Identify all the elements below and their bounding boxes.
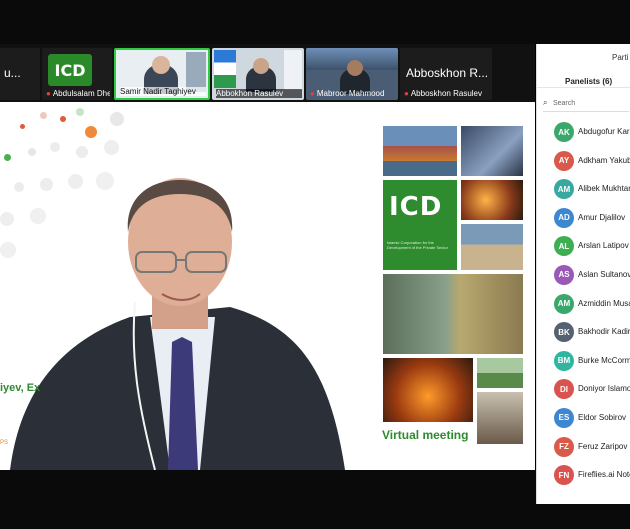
presenter-video [10,178,345,470]
video-filmstrip: u... ICD ●Abdulsalam Dheyab Samir Nadir … [0,44,535,102]
panelist-row[interactable]: DI Doniyor Islamov [537,377,630,406]
avatar: FN [554,465,574,486]
icd-logo: ICD [48,54,92,86]
panelist-name: Alibek Mukhtaro [578,184,630,194]
avatar: AK [554,122,574,142]
panelist-row[interactable]: AM Alibek Mukhtaro [537,177,630,206]
avatar: AL [554,236,574,257]
panelist-name: Arslan Latipov [578,241,629,251]
panelist-row[interactable]: ES Eldor Sobirov [537,406,630,435]
panelist-row[interactable]: BK Bakhodir Kadiro [537,320,630,349]
avatar: FZ [554,436,574,457]
background-banner [186,52,206,92]
panelist-name: Fireflies.ai Note [578,470,630,480]
panelist-row[interactable]: FZ Feruz Zaripov [537,435,630,464]
panelist-name: Doniyor Islamov [578,384,630,394]
panelist-row[interactable]: AS Aslan Sultanov [537,263,630,292]
panelist-name: Adkham Yakubo [578,155,630,165]
panelist-row[interactable]: BM Burke McCorma [537,349,630,378]
tile-big-name: Abboskhon R... [406,66,489,80]
video-tile[interactable]: ● Mabroor Mahmood [306,48,398,100]
avatar: AD [554,207,574,228]
video-tile[interactable]: Abboskhon R... ● Abboskhon Rasulev [400,48,492,100]
avatar: BK [554,322,574,343]
video-tile[interactable]: u... [0,48,40,100]
panelist-row[interactable]: AL Arslan Latipov [537,234,630,263]
participants-panel: Parti Panelists (6) ⌕ Search AK Abdugofur… [536,44,630,504]
tile-name: Samir Nadir Taghiyev [120,87,206,96]
avatar: AM [554,293,574,314]
avatar: DI [554,379,574,400]
photo-workers [477,392,523,444]
tile-name: Abboskhon Rasulev [410,89,482,98]
photo-solar [461,126,523,176]
photo-fields [383,274,523,354]
tile-name: u... [4,66,21,80]
tile-name: Abbokhon Rasulev [216,89,302,98]
tile-name: Abdulsalam Dheyab [52,89,110,98]
photo-foundry [383,358,473,422]
photo-construction [461,224,523,270]
video-tile[interactable]: Abbokhon Rasulev [212,48,304,100]
photo-welding [461,180,523,220]
avatar: BM [554,350,574,371]
window-top-bar [0,0,630,44]
panelist-row[interactable]: AD Amur Djalilov [537,206,630,235]
panelist-name: Aslan Sultanov [578,269,630,279]
photo-farm [477,358,523,388]
panelists-count[interactable]: Panelists (6) [565,77,612,86]
panelist-row[interactable]: AK Abdugofur Karin [537,120,630,149]
video-tile[interactable]: ICD ●Abdulsalam Dheyab [42,48,112,100]
search-icon: ⌕ [543,98,548,107]
avatar: AM [554,179,574,200]
icd-slide-logo: ICD Islamic Corporation for the Developm… [383,180,457,270]
avatar: AY [554,150,574,171]
avatar: AS [554,264,574,285]
mic-muted-icon: ● [404,89,409,98]
participant-face [152,56,170,74]
panelist-row[interactable]: FN Fireflies.ai Note [537,463,630,492]
panelist-row[interactable]: AM Azmiddin Musa [537,292,630,321]
tile-name: Mabroor Mahmood [316,89,385,98]
panelist-name: Amur Djalilov [578,212,626,222]
search-input[interactable]: ⌕ Search [543,98,629,112]
panelist-name: Eldor Sobirov [578,412,627,422]
panelist-name: Azmiddin Musa [578,298,630,308]
mic-muted-icon: ● [310,89,315,98]
panelist-name: Feruz Zaripov [578,441,628,451]
slide-footer-text: PS [0,440,9,446]
flag [214,50,236,88]
panelist-name: Bakhodir Kadiro [578,327,630,337]
video-tile-active[interactable]: Samir Nadir Taghiyev [114,48,210,100]
virtual-meeting-label: Virtual meeting [382,428,469,442]
slide-speaker-name: iyev, Ex [0,382,41,394]
panelist-name: Burke McCorma [578,355,630,365]
panelist-list: AK Abdugofur Karin AY Adkham Yakubo AM Alibek… [537,120,630,492]
photo-containers [383,126,457,176]
panelist-row[interactable]: AY Adkham Yakubo [537,149,630,178]
panel-title: Parti [612,53,629,62]
avatar: ES [554,407,574,428]
mic-muted-icon: ● [46,89,51,98]
main-video-area: iyev, Ex PS ICD Islamic Corporation for … [0,102,535,470]
panelist-name: Abdugofur Karin [578,127,630,136]
